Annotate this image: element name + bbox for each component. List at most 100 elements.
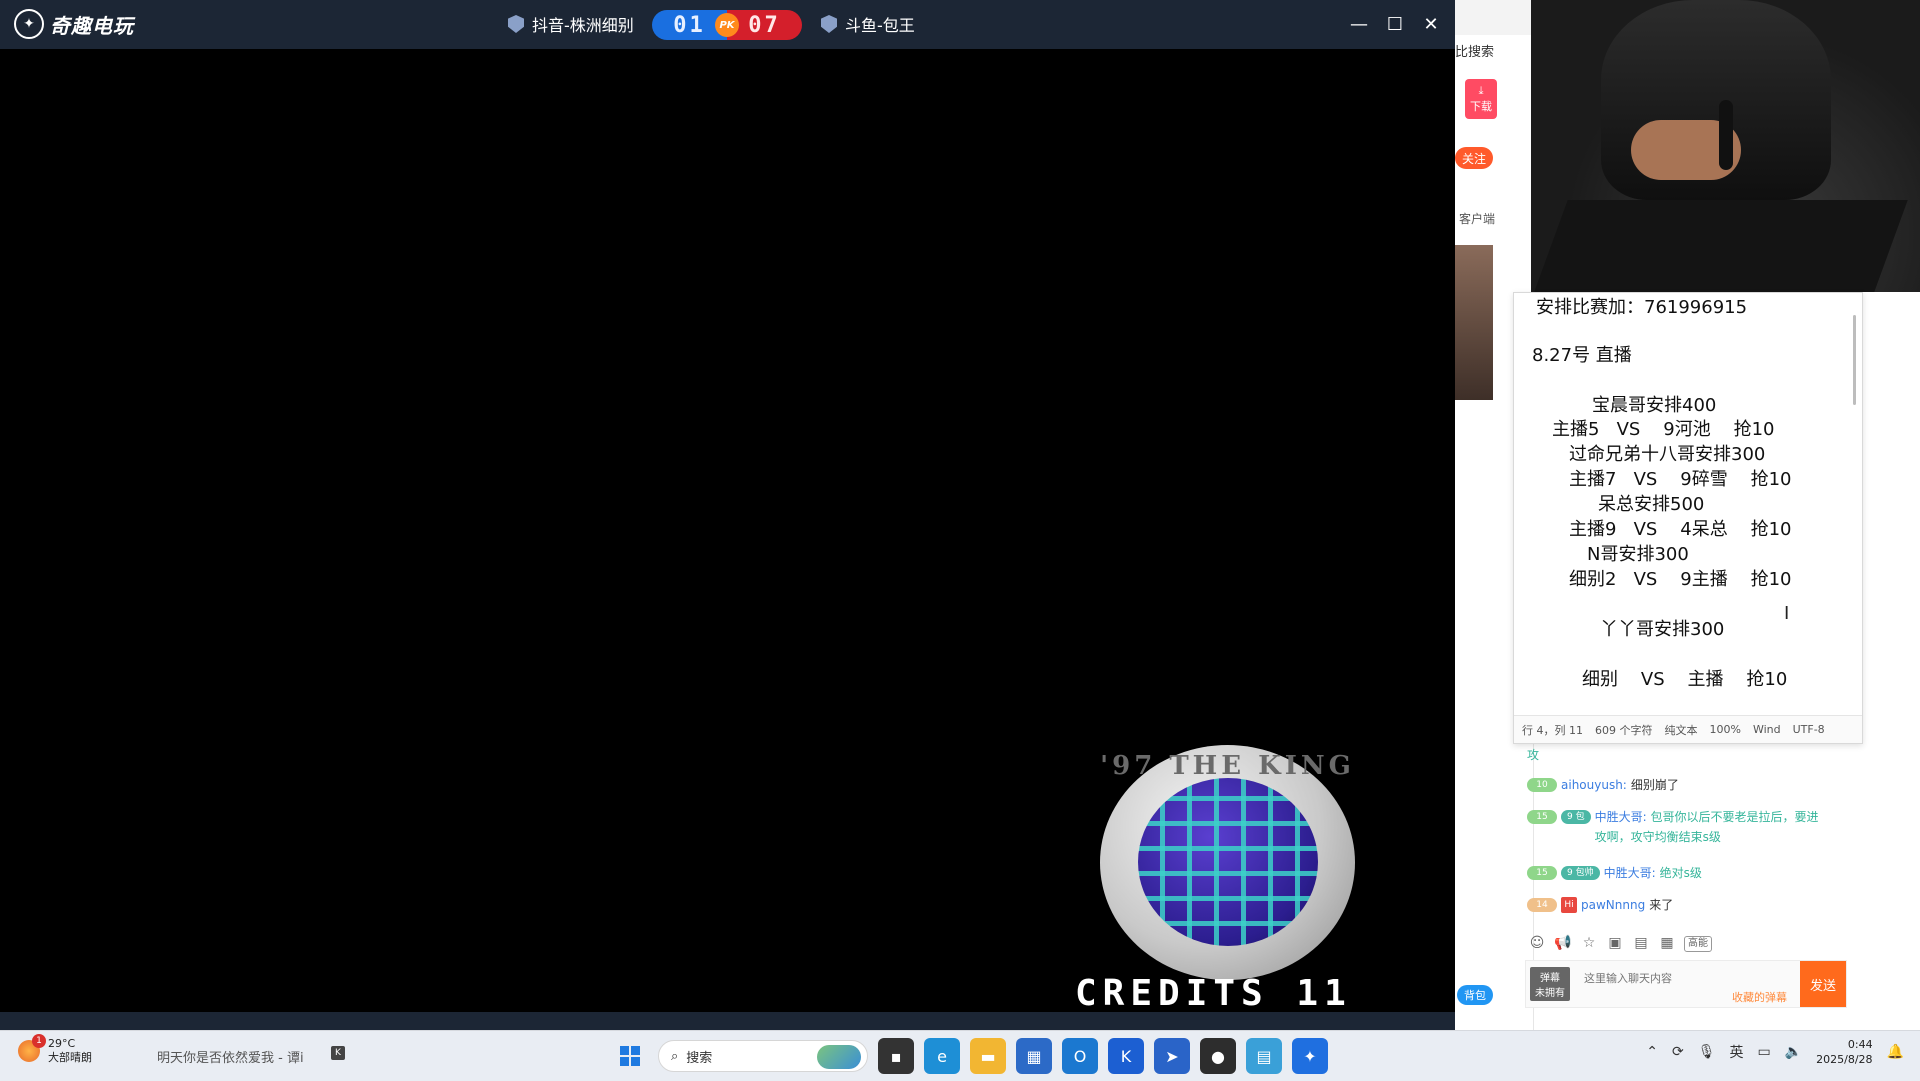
system-tray: ⌃ ⟳ 🎙 英 ▭ 🔈 0:44 2025/8/28 🔔 [1646,1037,1904,1067]
streamer-thumbnail[interactable] [1455,245,1493,400]
edge-icon[interactable]: e [924,1038,960,1074]
note-line: 8.27号 直播 [1532,345,1632,366]
task-view-icon[interactable]: ▪ [878,1038,914,1074]
volume-icon[interactable]: 🔈 [1785,1044,1802,1060]
effects-icon[interactable]: ▦ [1658,934,1676,952]
game-window: ✦ 奇趣电玩 抖音-株洲细别 01 07 PK 斗鱼-包王 — ☐ ✕ '97 … [0,0,1455,1030]
taskbar: 1 29°C 大部晴朗 明天你是否依然爱我 - 谭i K ⌕ 搜索 ▪ e ▬ … [0,1030,1920,1081]
arcade-panel [1534,200,1908,292]
obs-icon[interactable]: ● [1200,1038,1236,1074]
store-icon[interactable]: ▦ [1016,1038,1052,1074]
chat-toolbar: ☺ 📢 ☆ ▣ ▤ ▦ 高能 [1528,934,1712,952]
star-icon[interactable]: ☆ [1580,934,1598,952]
chat-text: 细别崩了 [1630,778,1679,792]
minimize-button[interactable]: — [1343,8,1375,40]
gift-icon[interactable]: ▣ [1606,934,1624,952]
download-icon: ⤓ [1478,84,1484,97]
backpack-button[interactable]: 背包 [1457,985,1493,1005]
microphone-icon[interactable]: 🎙 [1698,1044,1716,1060]
taskbar-search[interactable]: ⌕ 搜索 [658,1040,868,1072]
start-icon[interactable] [612,1038,648,1074]
send-button[interactable]: 发送 [1800,961,1846,1007]
chat-username[interactable]: 中胜大哥: [1595,810,1647,824]
chat-username[interactable]: 中胜大哥: [1604,863,1656,883]
brand-name: 奇趣电玩 [50,13,134,38]
saved-danmu-link[interactable]: 收藏的弹幕 [1732,989,1787,1005]
time: 0:44 [1847,1038,1873,1051]
network-icon[interactable]: ▭ [1757,1044,1770,1060]
outlook-icon[interactable]: O [1062,1038,1098,1074]
emoji-icon[interactable]: ☺ [1528,934,1546,952]
notification-icon[interactable]: 🔔 [1887,1044,1904,1060]
level-badge: 15 [1527,866,1557,880]
input-method[interactable]: 英 [1729,1042,1743,1062]
temperature: 29°C [48,1037,76,1050]
follow-button[interactable]: 关注 [1455,147,1493,169]
feishu-icon[interactable]: ➤ [1154,1038,1190,1074]
weather-text: 29°C 大部晴朗 [48,1037,92,1065]
note-line: 过命兄弟十八哥安排300 [1569,444,1766,465]
status-format: 纯文本 [1664,723,1698,737]
notepad-window[interactable]: 安排比赛加：761996915 8.27号 直播 宝晨哥安排400 主播5 VS… [1513,292,1863,744]
credits-counter: CREDITS 11 [1075,973,1352,1014]
note-line: 主播7 VS 9碎雪 抢10 [1569,469,1792,490]
globe-icon [1138,778,1318,946]
notepad-statusbar: 行 4，列 11 609 个字符 纯文本 100% Wind UTF-8 [1514,715,1862,743]
note-line: 主播5 VS 9河池 抢10 [1552,419,1775,440]
chat-message: 15 9 包帅 中胜大哥: 包哥你以后不要老是拉后，要进攻啊，攻守均衡结束s级 [1527,807,1827,847]
megaphone-icon[interactable]: 📢 [1554,934,1572,952]
download-button[interactable]: ⤓ 下载 [1465,79,1497,119]
note-line: 呆总安排500 [1598,494,1705,515]
high-energy-button[interactable]: 高能 [1684,936,1712,952]
notepad-scrollbar[interactable] [1853,315,1856,405]
pk-scoreboard: 01 07 PK [652,10,802,40]
status-line-ending: Wind [1752,723,1781,736]
client-link[interactable]: 客户端 [1459,210,1495,227]
chat-message: 10 aihouyush: 细别崩了 [1527,775,1827,795]
note-line: 细别2 VS 9主播 抢10 [1569,569,1792,590]
maximize-button[interactable]: ☐ [1379,8,1411,40]
note-line: 宝晨哥安排400 [1592,395,1717,416]
globe-ring-text: '97 THE KING [1100,751,1355,781]
game-app-icon[interactable]: ✦ [1292,1038,1328,1074]
media-ticker[interactable]: 明天你是否依然爱我 - 谭i [157,1047,304,1066]
brand-logo-icon: ✦ [14,9,44,39]
game-titlebar[interactable]: ✦ 奇趣电玩 抖音-株洲细别 01 07 PK 斗鱼-包王 — ☐ ✕ [0,0,1455,49]
note-line: 细别 VS 主播 抢10 [1582,669,1788,690]
status-zoom: 100% [1709,723,1741,736]
joystick [1719,100,1733,170]
chat-input[interactable] [1582,971,1756,986]
search-highlight-image [817,1045,861,1069]
pk-badge: PK [715,13,739,37]
file-explorer-icon[interactable]: ▬ [970,1038,1006,1074]
clock[interactable]: 0:44 2025/8/28 [1816,1037,1872,1067]
close-button[interactable]: ✕ [1415,8,1447,40]
sync-icon[interactable]: ⟳ [1672,1044,1684,1060]
search-label[interactable]: 比搜索 [1455,41,1494,60]
card-icon[interactable]: ▤ [1632,934,1650,952]
kugou-icon[interactable]: K [1108,1038,1144,1074]
unowned-label: 未拥有 [1535,988,1565,999]
webcam-feed [1531,0,1920,292]
chat-username[interactable]: aihouyush: [1561,775,1627,795]
music-app-icon[interactable]: K [331,1046,345,1060]
notepad-icon[interactable]: ▤ [1246,1038,1282,1074]
notification-badge: 1 [32,1034,46,1048]
fan-badge: 9 包帅 [1561,810,1591,836]
chat-input-area: 弹幕 未拥有 收藏的弹幕 发送 [1525,960,1847,1008]
chat-fragment: 攻 [1527,748,1540,762]
notepad-text[interactable]: 安排比赛加：761996915 8.27号 直播 宝晨哥安排400 主播5 VS… [1514,293,1854,703]
download-label: 下载 [1470,100,1492,113]
status-position: 行 4，列 11 [1522,723,1583,737]
shield-icon [508,15,524,33]
note-line: 主播9 VS 4呆总 抢10 [1569,519,1792,540]
chat-list[interactable]: 攻 10 aihouyush: 细别崩了 15 9 包帅 中胜大哥: 包哥你以后… [1521,745,1851,930]
status-encoding: UTF-8 [1792,723,1825,736]
game-status-strip [0,1012,1455,1030]
chevron-up-icon[interactable]: ⌃ [1646,1044,1658,1060]
search-label: 搜索 [686,1050,713,1066]
weather-widget[interactable]: 1 29°C 大部晴朗 [18,1034,92,1065]
chat-username[interactable]: pawNnnng [1581,895,1645,915]
player-right-name: 斗鱼-包王 [845,16,915,35]
danmu-badge[interactable]: 弹幕 未拥有 [1530,967,1570,1001]
